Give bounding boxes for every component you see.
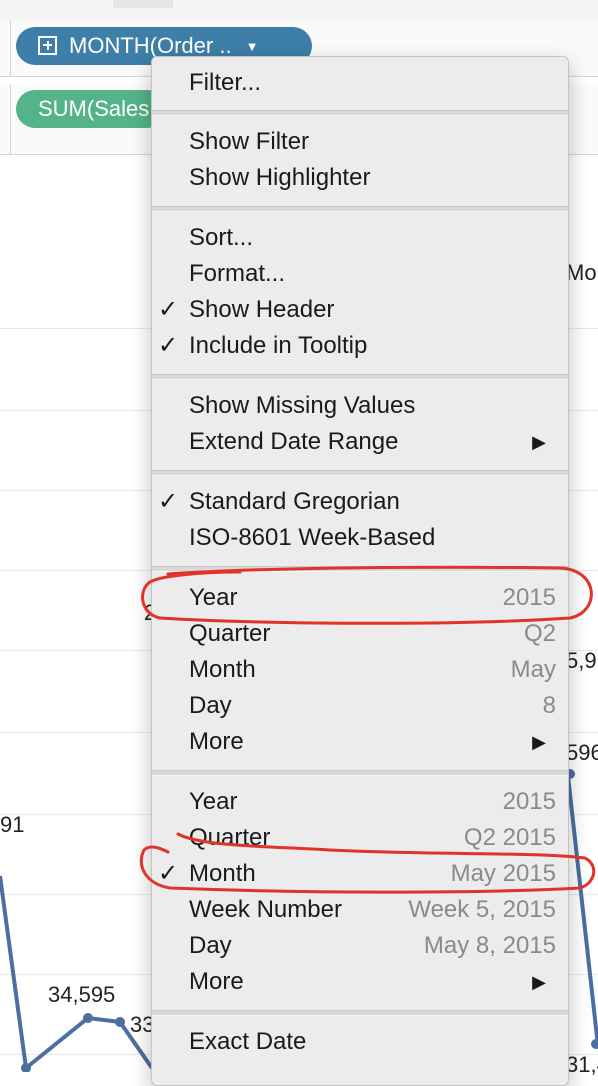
- submenu-arrow-icon: ▶: [532, 732, 546, 752]
- sales-line-right: [566, 775, 598, 1047]
- menu-item-discrete-day[interactable]: Day 8: [152, 688, 568, 724]
- header-edge-text: Mo: [566, 260, 597, 285]
- sum-sales-pill[interactable]: SUM(Sales: [16, 90, 166, 128]
- menu-item-extend-date-range[interactable]: Extend Date Range ▶: [152, 424, 568, 460]
- submenu-arrow-icon: ▶: [532, 432, 546, 452]
- checkmark-icon: ✓: [158, 860, 179, 887]
- sales-line-left: [0, 875, 154, 1072]
- checkmark-icon: ✓: [158, 296, 179, 323]
- menu-item-continuous-quarter[interactable]: Quarter Q2 2015: [152, 820, 568, 856]
- shelf-label-cell: [0, 20, 11, 76]
- data-point: [83, 1013, 93, 1023]
- menu-item-filter[interactable]: Filter...: [152, 65, 568, 101]
- pill-context-menu: Filter... Show Filter Show Highlighter S…: [151, 56, 569, 1086]
- menu-separator: [152, 470, 568, 476]
- menu-item-exact-date[interactable]: Exact Date: [152, 1024, 568, 1060]
- menu-item-show-header[interactable]: ✓ Show Header: [152, 292, 568, 328]
- menu-item-continuous-more[interactable]: More ▶: [152, 964, 568, 1000]
- menu-item-discrete-more[interactable]: More ▶: [152, 724, 568, 760]
- sum-sales-label: SUM(Sales: [38, 96, 150, 121]
- menu-item-discrete-quarter[interactable]: Quarter Q2: [152, 616, 568, 652]
- shelf-label-cell: [0, 84, 11, 154]
- checkmark-icon: ✓: [158, 488, 179, 515]
- data-label: 31,4: [566, 1052, 598, 1077]
- menu-item-format[interactable]: Format...: [152, 256, 568, 292]
- month-pill-label: MONTH(Order ..: [69, 33, 232, 58]
- menu-item-discrete-year[interactable]: Year 2015: [152, 580, 568, 616]
- menu-separator: [152, 110, 568, 116]
- menu-separator: [152, 770, 568, 776]
- menu-item-include-tooltip[interactable]: ✓ Include in Tooltip: [152, 328, 568, 364]
- data-label: 596: [566, 740, 598, 765]
- data-label: 5,9: [566, 648, 597, 673]
- menu-item-continuous-year[interactable]: Year 2015: [152, 784, 568, 820]
- data-point: [115, 1017, 125, 1027]
- menu-separator: [152, 566, 568, 572]
- data-label: 91: [0, 812, 25, 837]
- menu-item-continuous-month[interactable]: ✓ Month May 2015: [152, 856, 568, 892]
- expand-plus-icon[interactable]: [38, 35, 57, 55]
- menu-item-show-missing-values[interactable]: Show Missing Values: [152, 388, 568, 424]
- data-label: 34,595: [48, 982, 116, 1007]
- menu-item-discrete-month[interactable]: Month May: [152, 652, 568, 688]
- menu-item-show-highlighter[interactable]: Show Highlighter: [152, 160, 568, 196]
- menu-item-continuous-day[interactable]: Day May 8, 2015: [152, 928, 568, 964]
- menu-item-standard-gregorian[interactable]: ✓ Standard Gregorian: [152, 484, 568, 520]
- menu-item-iso-week-based[interactable]: ISO-8601 Week-Based: [152, 520, 568, 556]
- submenu-arrow-icon: ▶: [532, 972, 546, 992]
- menu-separator: [152, 374, 568, 380]
- toolbar-segment: [113, 0, 173, 8]
- data-point: [591, 1039, 598, 1049]
- menu-separator: [152, 206, 568, 212]
- toolbar-strip: [0, 0, 598, 21]
- menu-item-continuous-week-number[interactable]: Week Number Week 5, 2015: [152, 892, 568, 928]
- checkmark-icon: ✓: [158, 332, 179, 359]
- menu-item-sort[interactable]: Sort...: [152, 220, 568, 256]
- menu-item-show-filter[interactable]: Show Filter: [152, 124, 568, 160]
- menu-separator: [152, 1010, 568, 1016]
